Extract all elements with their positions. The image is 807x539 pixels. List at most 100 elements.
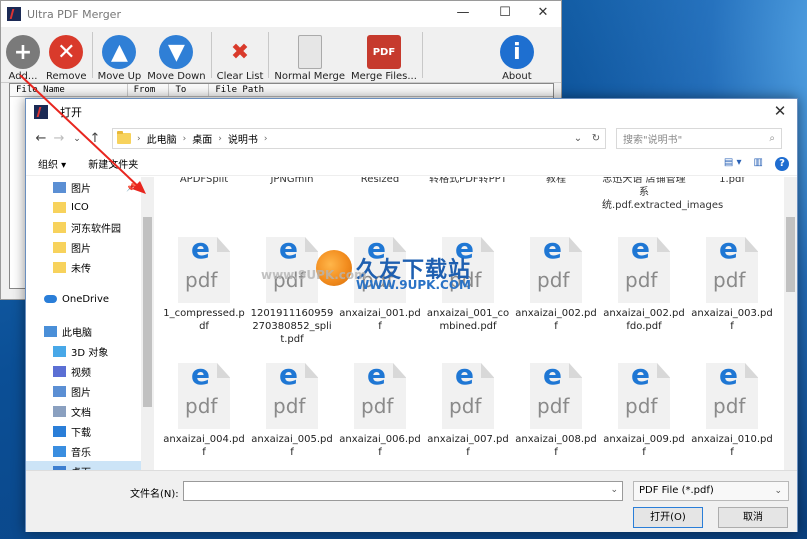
nav-item[interactable]: 图片 (26, 237, 154, 257)
filename-dropdown-icon[interactable]: ⌄ (610, 485, 618, 495)
refresh-icon[interactable]: ↻ (587, 133, 605, 144)
clear-list-button[interactable]: ✖ Clear List (214, 28, 267, 83)
normal-merge-button[interactable]: Normal Merge (271, 28, 348, 82)
nav-item[interactable]: 图片 (26, 381, 154, 401)
file-item[interactable]: e pdf anxaizai_008.pdf (514, 363, 598, 459)
dialog-titlebar: 打开 (26, 99, 797, 125)
pdf-file-icon: e pdf (354, 237, 406, 303)
nav-item[interactable]: 此电脑 (26, 321, 154, 341)
file-name: anxaizai_001_combined.pdf (426, 308, 510, 332)
folder-item-partial[interactable]: 转格式PDF转PPT (426, 177, 510, 186)
toolbar-label: Remove (46, 71, 87, 82)
onedrive-icon (44, 295, 57, 303)
address-dropdown-icon[interactable]: ⌄ (569, 133, 587, 144)
nav-item[interactable]: 未传 (26, 257, 154, 277)
address-bar[interactable]: › 此电脑 › 桌面 › 说明书 › ⌄ ↻ (112, 128, 606, 149)
open-button[interactable]: 打开(O) (633, 507, 703, 528)
breadcrumb-manual[interactable]: 说明书 (228, 131, 258, 146)
file-item[interactable]: e pdf 1201911160959270380852_split.pdf (250, 237, 334, 346)
maximize-button[interactable]: ☐ (485, 1, 525, 27)
col-to[interactable]: To (169, 84, 210, 96)
remove-icon: ✕ (49, 35, 84, 69)
pdf-file-icon: e pdf (618, 363, 670, 429)
nav-item[interactable]: 桌面 (26, 461, 154, 470)
folder-item-partial[interactable]: 教程 (514, 177, 598, 186)
col-file-name[interactable]: File Name (10, 84, 128, 96)
nav-scrollbar[interactable] (141, 177, 154, 470)
merge-files-button[interactable]: PDF Merge Files... (348, 28, 420, 82)
toolbar-label: Add... (8, 71, 38, 82)
file-item[interactable]: e pdf anxaizai_001.pdf (338, 237, 422, 333)
nav-item[interactable]: 文档 (26, 401, 154, 421)
file-name: anxaizai_002.pdfdo.pdf (603, 308, 685, 332)
file-item[interactable]: e pdf 1_compressed.pdf (162, 237, 246, 333)
nav-item[interactable]: 音乐 (26, 441, 154, 461)
col-file-path[interactable]: File Path (209, 84, 553, 96)
info-icon: i (499, 35, 534, 69)
folder-icon (53, 241, 66, 253)
file-scroll-thumb[interactable] (786, 217, 795, 292)
pdf-file-icon: e pdf (442, 363, 494, 429)
nav-item[interactable]: 图片 📌 (26, 177, 154, 197)
document-icon (297, 35, 322, 69)
nav-item[interactable]: 河东软件园 (26, 217, 154, 237)
preview-pane-icon[interactable]: ▥ (754, 157, 763, 171)
file-item[interactable]: e pdf anxaizai_002.pdfdo.pdf (602, 237, 686, 333)
nav-scroll-thumb[interactable] (143, 217, 152, 407)
dialog-close-button[interactable]: ✕ (763, 99, 797, 125)
nav-item-label: 河东软件园 (71, 223, 121, 235)
about-button[interactable]: i About (497, 28, 537, 82)
back-icon[interactable]: ← (32, 131, 50, 146)
pdf-file-icon: e pdf (266, 237, 318, 303)
file-item[interactable]: e pdf anxaizai_001_combined.pdf (426, 237, 510, 333)
breadcrumb-desktop[interactable]: 桌面 (192, 131, 212, 146)
move-up-button[interactable]: ▲ Move Up (95, 28, 145, 82)
cancel-button[interactable]: 取消 (718, 507, 788, 528)
pdf-file-icon: e pdf (354, 363, 406, 429)
close-button[interactable]: ✕ (523, 1, 563, 27)
nav-item[interactable]: ICO (26, 197, 154, 217)
folder-icon (53, 261, 66, 273)
recent-dropdown-icon[interactable]: ⌄ (68, 134, 86, 144)
file-name: anxaizai_004.pdf (163, 434, 245, 458)
up-icon[interactable]: ↑ (86, 131, 104, 146)
nav-item-label: 3D 对象 (71, 347, 109, 359)
file-type-select[interactable]: PDF File (*.pdf) ⌄ (633, 481, 789, 501)
broom-icon: ✖ (230, 39, 250, 65)
breadcrumb-pc[interactable]: 此电脑 (147, 131, 177, 146)
search-box[interactable]: 搜索"说明书" ⌕ (616, 128, 782, 149)
main-toolbar: + Add... ✕ Remove ▲ Move Up ▼ Move Down ✖ Clear L… (1, 27, 561, 83)
file-item[interactable]: e pdf anxaizai_004.pdf (162, 363, 246, 459)
nav-item[interactable]: 下载 (26, 421, 154, 441)
file-name: 1_compressed.pdf (163, 308, 245, 332)
file-item[interactable]: e pdf anxaizai_005.pdf (250, 363, 334, 459)
folder-item-partial[interactable]: 1.pdf (690, 177, 774, 186)
col-from[interactable]: From (128, 84, 170, 96)
file-item[interactable]: e pdf anxaizai_010.pdf (690, 363, 774, 459)
help-icon[interactable]: ? (775, 156, 789, 171)
file-item[interactable]: e pdf anxaizai_007.pdf (426, 363, 510, 459)
forward-icon[interactable]: → (50, 131, 68, 146)
view-options-icon[interactable]: ▤ ▾ (724, 157, 742, 171)
file-item[interactable]: e pdf anxaizai_003.pdf (690, 237, 774, 333)
organize-button[interactable]: 组织 ▾ (38, 156, 66, 171)
docs-icon (53, 405, 66, 417)
folder-item-partial[interactable]: JPNGmin (250, 177, 334, 186)
folder-item-partial[interactable]: 忠迅天语 店铺管理系统.pdf.extracted_images (602, 177, 723, 212)
toolbar-label: Move Up (97, 71, 142, 82)
filename-input[interactable]: ⌄ (183, 481, 623, 501)
folder-item-partial[interactable]: Resized (338, 177, 422, 186)
nav-item[interactable]: 3D 对象 (26, 341, 154, 361)
folder-item-partial[interactable]: APDFSplit (162, 177, 246, 186)
file-item[interactable]: e pdf anxaizai_006.pdf (338, 363, 422, 459)
nav-item[interactable]: OneDrive (26, 289, 154, 309)
new-folder-button[interactable]: 新建文件夹 (88, 156, 138, 171)
file-item[interactable]: e pdf anxaizai_002.pdf (514, 237, 598, 333)
move-down-button[interactable]: ▼ Move Down (144, 28, 208, 82)
file-item[interactable]: e pdf anxaizai_009.pdf (602, 363, 686, 459)
remove-button[interactable]: ✕ Remove (43, 28, 90, 82)
nav-item[interactable]: 视频 (26, 361, 154, 381)
add-button[interactable]: + Add... (3, 28, 43, 82)
file-scrollbar[interactable] (784, 177, 797, 470)
minimize-button[interactable]: — (443, 1, 483, 27)
